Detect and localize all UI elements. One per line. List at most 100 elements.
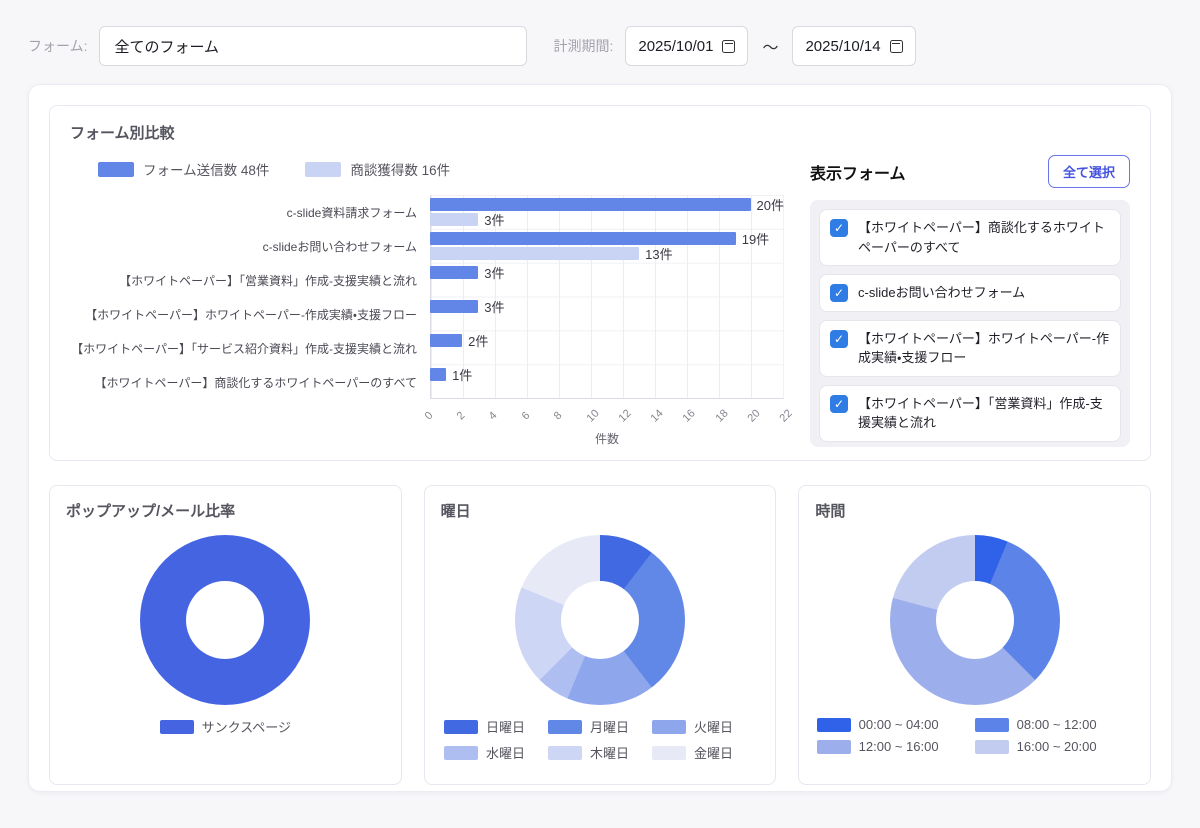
legend-item[interactable]: 08:00 ~ 12:00 <box>975 717 1133 732</box>
legend-label: 火曜日 <box>694 717 733 736</box>
checkbox-checked-icon[interactable]: ✓ <box>830 284 848 302</box>
checkbox-checked-icon[interactable]: ✓ <box>830 395 848 413</box>
legend-label: 水曜日 <box>486 743 525 762</box>
form-checkbox-label: 【ホワイトペーパー】「営業資料」作成-支援実績と流れ <box>858 394 1110 433</box>
legend-swatch <box>652 720 686 734</box>
display-forms-title: 表示フォーム <box>810 160 906 184</box>
bar-row: c-slideお問い合わせフォーム 19件 13件 <box>70 229 784 263</box>
legend-item[interactable]: 12:00 ~ 16:00 <box>817 739 975 754</box>
submissions-value: 1件 <box>452 365 472 384</box>
form-comparison-bar-chart: フォーム送信数 48件 商談獲得数 16件 c-slide <box>70 155 784 447</box>
form-checkbox-item[interactable]: ✓ 【ホワイトペーパー】ホワイトペーパー-作成実績・支援フロー <box>819 320 1121 377</box>
legend-label: 金曜日 <box>694 743 733 762</box>
form-comparison-title: フォーム別比較 <box>70 122 1130 143</box>
legend-item[interactable]: 火曜日 <box>652 717 756 736</box>
bar-row: 【ホワイトペーパー】「サービス紹介資料」作成-支援実績と流れ 2件 <box>70 331 784 365</box>
checkbox-checked-icon[interactable]: ✓ <box>830 219 848 237</box>
x-axis-label: 件数 <box>430 430 784 447</box>
date-to-input[interactable]: 2025/10/14 <box>792 26 915 66</box>
legend-item[interactable]: サンクスページ <box>160 717 291 736</box>
legend-item[interactable]: 木曜日 <box>548 743 652 762</box>
bar-chart-plot: c-slide資料請求フォーム 20件 3件 <box>70 195 784 399</box>
deals-value: 3件 <box>484 210 504 229</box>
popup-mail-legend: サンクスページ <box>66 717 385 736</box>
donut-hole <box>561 581 639 659</box>
legend-item[interactable]: 日曜日 <box>444 717 548 736</box>
calendar-icon[interactable] <box>890 40 903 53</box>
dashboard-container: フォーム別比較 フォーム送信数 48件 商談獲得 <box>28 84 1172 792</box>
submissions-bar <box>430 198 751 211</box>
legend-swatch <box>975 740 1009 754</box>
donut-cards-row: ポップアップ/メール比率 サンクスページ 曜日 <box>49 485 1151 785</box>
bar-row: 【ホワイトペーパー】ホワイトペーパー-作成実績・支援フロー 3件 <box>70 297 784 331</box>
display-forms-panel: 表示フォーム 全て選択 ✓ 【ホワイトペーパー】商談化するホワイトペーパーのすべ… <box>810 155 1130 447</box>
form-checkbox-label: 【ホワイトペーパー】ホワイトペーパー-作成実績・支援フロー <box>858 329 1110 368</box>
form-comparison-card: フォーム別比較 フォーム送信数 48件 商談獲得 <box>49 105 1151 461</box>
legend-swatch <box>817 718 851 732</box>
legend-label: 商談獲得数 16件 <box>350 159 450 179</box>
form-filter-label: フォーム: <box>28 36 87 56</box>
submissions-value: 3件 <box>484 263 504 282</box>
weekday-title: 曜日 <box>441 500 760 521</box>
select-all-button[interactable]: 全て選択 <box>1048 155 1130 188</box>
legend-swatch <box>160 720 194 734</box>
weekday-donut-chart <box>515 535 685 705</box>
legend-item[interactable]: フォーム送信数 48件 <box>98 159 269 179</box>
legend-label: 木曜日 <box>590 743 629 762</box>
legend-item[interactable]: 16:00 ~ 20:00 <box>975 739 1133 754</box>
category-label: 【ホワイトペーパー】商談化するホワイトペーパーのすべて <box>70 374 430 391</box>
category-label: 【ホワイトペーパー】「営業資料」作成-支援実績と流れ <box>70 272 430 289</box>
submissions-value: 20件 <box>757 195 784 214</box>
time-card: 時間 00:00 ~ 04:00 08:00 ~ 12:00 <box>798 485 1151 785</box>
legend-swatch <box>444 720 478 734</box>
category-label: c-slide資料請求フォーム <box>70 204 430 221</box>
date-from-value: 2025/10/01 <box>638 38 713 55</box>
category-label: 【ホワイトペーパー】「サービス紹介資料」作成-支援実績と流れ <box>70 340 430 357</box>
donut-hole <box>186 581 264 659</box>
legend-swatch <box>444 746 478 760</box>
time-legend: 00:00 ~ 04:00 08:00 ~ 12:00 12:00 ~ 16:0… <box>815 717 1134 754</box>
date-from-input[interactable]: 2025/10/01 <box>625 26 748 66</box>
form-select[interactable]: 全てのフォーム <box>99 26 527 66</box>
legend-label: 00:00 ~ 04:00 <box>859 717 939 732</box>
period-filter-label: 計測期間: <box>553 36 613 56</box>
forms-checkbox-list[interactable]: ✓ 【ホワイトペーパー】商談化するホワイトペーパーのすべて ✓ c-slideお… <box>810 200 1130 447</box>
form-checkbox-item[interactable]: ✓ 【ホワイトペーパー】商談化するホワイトペーパーのすべて <box>819 209 1121 266</box>
popup-mail-ratio-card: ポップアップ/メール比率 サンクスページ <box>49 485 402 785</box>
legend-swatch <box>305 162 341 177</box>
legend-swatch <box>98 162 134 177</box>
legend-label: フォーム送信数 48件 <box>143 159 269 179</box>
bar-row: 【ホワイトペーパー】「営業資料」作成-支援実績と流れ 3件 <box>70 263 784 297</box>
form-select-value: 全てのフォーム <box>114 36 219 57</box>
legend-item[interactable]: 00:00 ~ 04:00 <box>817 717 975 732</box>
legend-swatch <box>548 720 582 734</box>
form-checkbox-label: c-slideお問い合わせフォーム <box>858 283 1025 303</box>
calendar-icon[interactable] <box>722 40 735 53</box>
legend-item[interactable]: 水曜日 <box>444 743 548 762</box>
bar-chart-legend: フォーム送信数 48件 商談獲得数 16件 <box>98 159 784 179</box>
deals-value: 13件 <box>645 244 672 263</box>
form-checkbox-item[interactable]: ✓ c-slideお問い合わせフォーム <box>819 274 1121 312</box>
legend-label: 16:00 ~ 20:00 <box>1017 739 1097 754</box>
legend-item[interactable]: 金曜日 <box>652 743 756 762</box>
checkbox-checked-icon[interactable]: ✓ <box>830 330 848 348</box>
legend-swatch <box>548 746 582 760</box>
legend-swatch <box>975 718 1009 732</box>
form-checkbox-item[interactable]: ✓ 【ホワイトペーパー】「営業資料」作成-支援実績と流れ <box>819 385 1121 442</box>
submissions-bar <box>430 232 736 245</box>
legend-swatch <box>652 746 686 760</box>
legend-swatch <box>817 740 851 754</box>
bar-row: c-slide資料請求フォーム 20件 3件 <box>70 195 784 229</box>
date-to-value: 2025/10/14 <box>805 38 880 55</box>
legend-label: 12:00 ~ 16:00 <box>859 739 939 754</box>
submissions-value: 2件 <box>468 331 488 350</box>
date-range-separator: 〜 <box>762 34 778 58</box>
legend-item[interactable]: 月曜日 <box>548 717 652 736</box>
bar-row: 【ホワイトペーパー】商談化するホワイトペーパーのすべて 1件 <box>70 365 784 399</box>
legend-label: 日曜日 <box>486 717 525 736</box>
time-title: 時間 <box>815 500 1134 521</box>
dashboard-page: フォーム: 全てのフォーム 計測期間: 2025/10/01 〜 2025/10… <box>0 0 1200 792</box>
x-axis-ticks: 0 2 4 6 8 10 12 <box>430 402 784 428</box>
legend-item[interactable]: 商談獲得数 16件 <box>305 159 450 179</box>
category-label: c-slideお問い合わせフォーム <box>70 238 430 255</box>
